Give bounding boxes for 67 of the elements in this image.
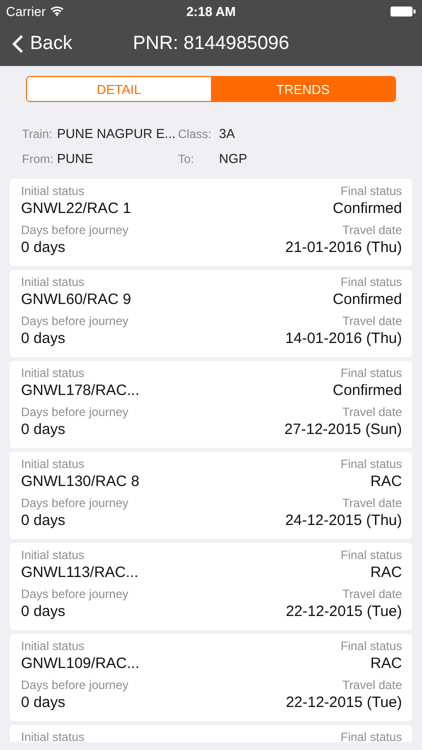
initial-status-value: GNWL178/RAC... bbox=[21, 381, 140, 401]
from-label: From: bbox=[22, 152, 54, 166]
final-status-value: RAC bbox=[370, 563, 402, 583]
travel-date-value: 22-12-2015 (Tue) bbox=[286, 602, 402, 622]
initial-status-label: Initial status bbox=[21, 548, 86, 563]
days-value: 0 days bbox=[21, 238, 66, 258]
travel-date-label: Travel date bbox=[342, 678, 402, 693]
final-status-value: Confirmed bbox=[332, 290, 402, 310]
initial-status-value: GNWL60/RAC 9 bbox=[21, 290, 132, 310]
class-label: Class: bbox=[178, 127, 212, 141]
class-value: 3A bbox=[219, 126, 235, 141]
to-value: NGP bbox=[219, 151, 248, 166]
clock-time: 2:18 AM bbox=[186, 4, 236, 18]
final-status-label: Final status bbox=[340, 639, 402, 654]
travel-date-value: 24-12-2015 (Thu) bbox=[285, 511, 402, 531]
final-status-value: Confirmed bbox=[332, 381, 402, 401]
travel-date-value: 21-01-2016 (Thu) bbox=[285, 238, 402, 258]
initial-status-label: Initial status bbox=[21, 730, 84, 742]
travel-date-label: Travel date bbox=[342, 496, 402, 511]
days-label: Days before journey bbox=[21, 314, 130, 329]
back-button[interactable]: Back bbox=[0, 33, 72, 55]
days-label: Days before journey bbox=[21, 405, 130, 420]
final-status-label: Final status bbox=[340, 184, 402, 199]
initial-status-label: Initial status bbox=[21, 366, 86, 381]
final-status-label: Final status bbox=[340, 730, 402, 742]
train-label: Train: bbox=[22, 127, 54, 141]
segment-tab[interactable]: TRENDS bbox=[211, 77, 395, 101]
travel-date-value: 14-01-2016 (Thu) bbox=[285, 329, 402, 349]
final-status-value: RAC bbox=[370, 654, 402, 674]
final-status-value: Confirmed bbox=[332, 199, 402, 219]
travel-date-value: 22-12-2015 (Tue) bbox=[286, 693, 402, 713]
segment-tab[interactable]: DETAIL bbox=[27, 77, 211, 101]
travel-date-label: Travel date bbox=[342, 405, 402, 420]
initial-status-label: Initial status bbox=[21, 275, 86, 290]
travel-date-label: Travel date bbox=[342, 223, 402, 238]
days-value: 0 days bbox=[21, 420, 66, 440]
initial-status-label: Initial status bbox=[21, 184, 86, 199]
to-label: To: bbox=[178, 152, 196, 166]
carrier-label: Carrier bbox=[6, 4, 46, 18]
chevron-left-icon bbox=[12, 34, 24, 54]
final-status-value: RAC bbox=[370, 472, 402, 492]
days-label: Days before journey bbox=[21, 587, 130, 602]
travel-date-label: Travel date bbox=[342, 314, 402, 329]
nav-title: PNR: 8144985096 bbox=[132, 33, 290, 55]
days-value: 0 days bbox=[21, 511, 66, 531]
initial-status-value: GNWL22/RAC 1 bbox=[21, 199, 132, 219]
final-status-label: Final status bbox=[340, 275, 402, 290]
initial-status-value: GNWL113/RAC... bbox=[21, 563, 138, 583]
wifi-icon bbox=[50, 6, 64, 16]
initial-status-label: Initial status bbox=[21, 457, 86, 472]
initial-status-value: GNWL109/RAC... bbox=[21, 654, 140, 674]
travel-date-label: Travel date bbox=[342, 587, 402, 602]
days-label: Days before journey bbox=[21, 223, 130, 238]
final-status-label: Final status bbox=[340, 457, 402, 472]
initial-status-value: GNWL130/RAC 8 bbox=[21, 472, 140, 492]
initial-status-label: Initial status bbox=[21, 639, 86, 654]
from-value: PUNE bbox=[57, 151, 94, 166]
final-status-label: Final status bbox=[340, 548, 402, 563]
days-label: Days before journey bbox=[21, 496, 130, 511]
battery-icon bbox=[390, 6, 416, 16]
final-status-label: Final status bbox=[340, 366, 402, 381]
travel-date-value: 27-12-2015 (Sun) bbox=[284, 420, 402, 440]
days-value: 0 days bbox=[21, 329, 66, 349]
days-label: Days before journey bbox=[21, 678, 130, 693]
days-value: 0 days bbox=[21, 693, 66, 713]
days-value: 0 days bbox=[21, 602, 66, 622]
train-value: PUNE NAGPUR E... bbox=[57, 126, 176, 141]
